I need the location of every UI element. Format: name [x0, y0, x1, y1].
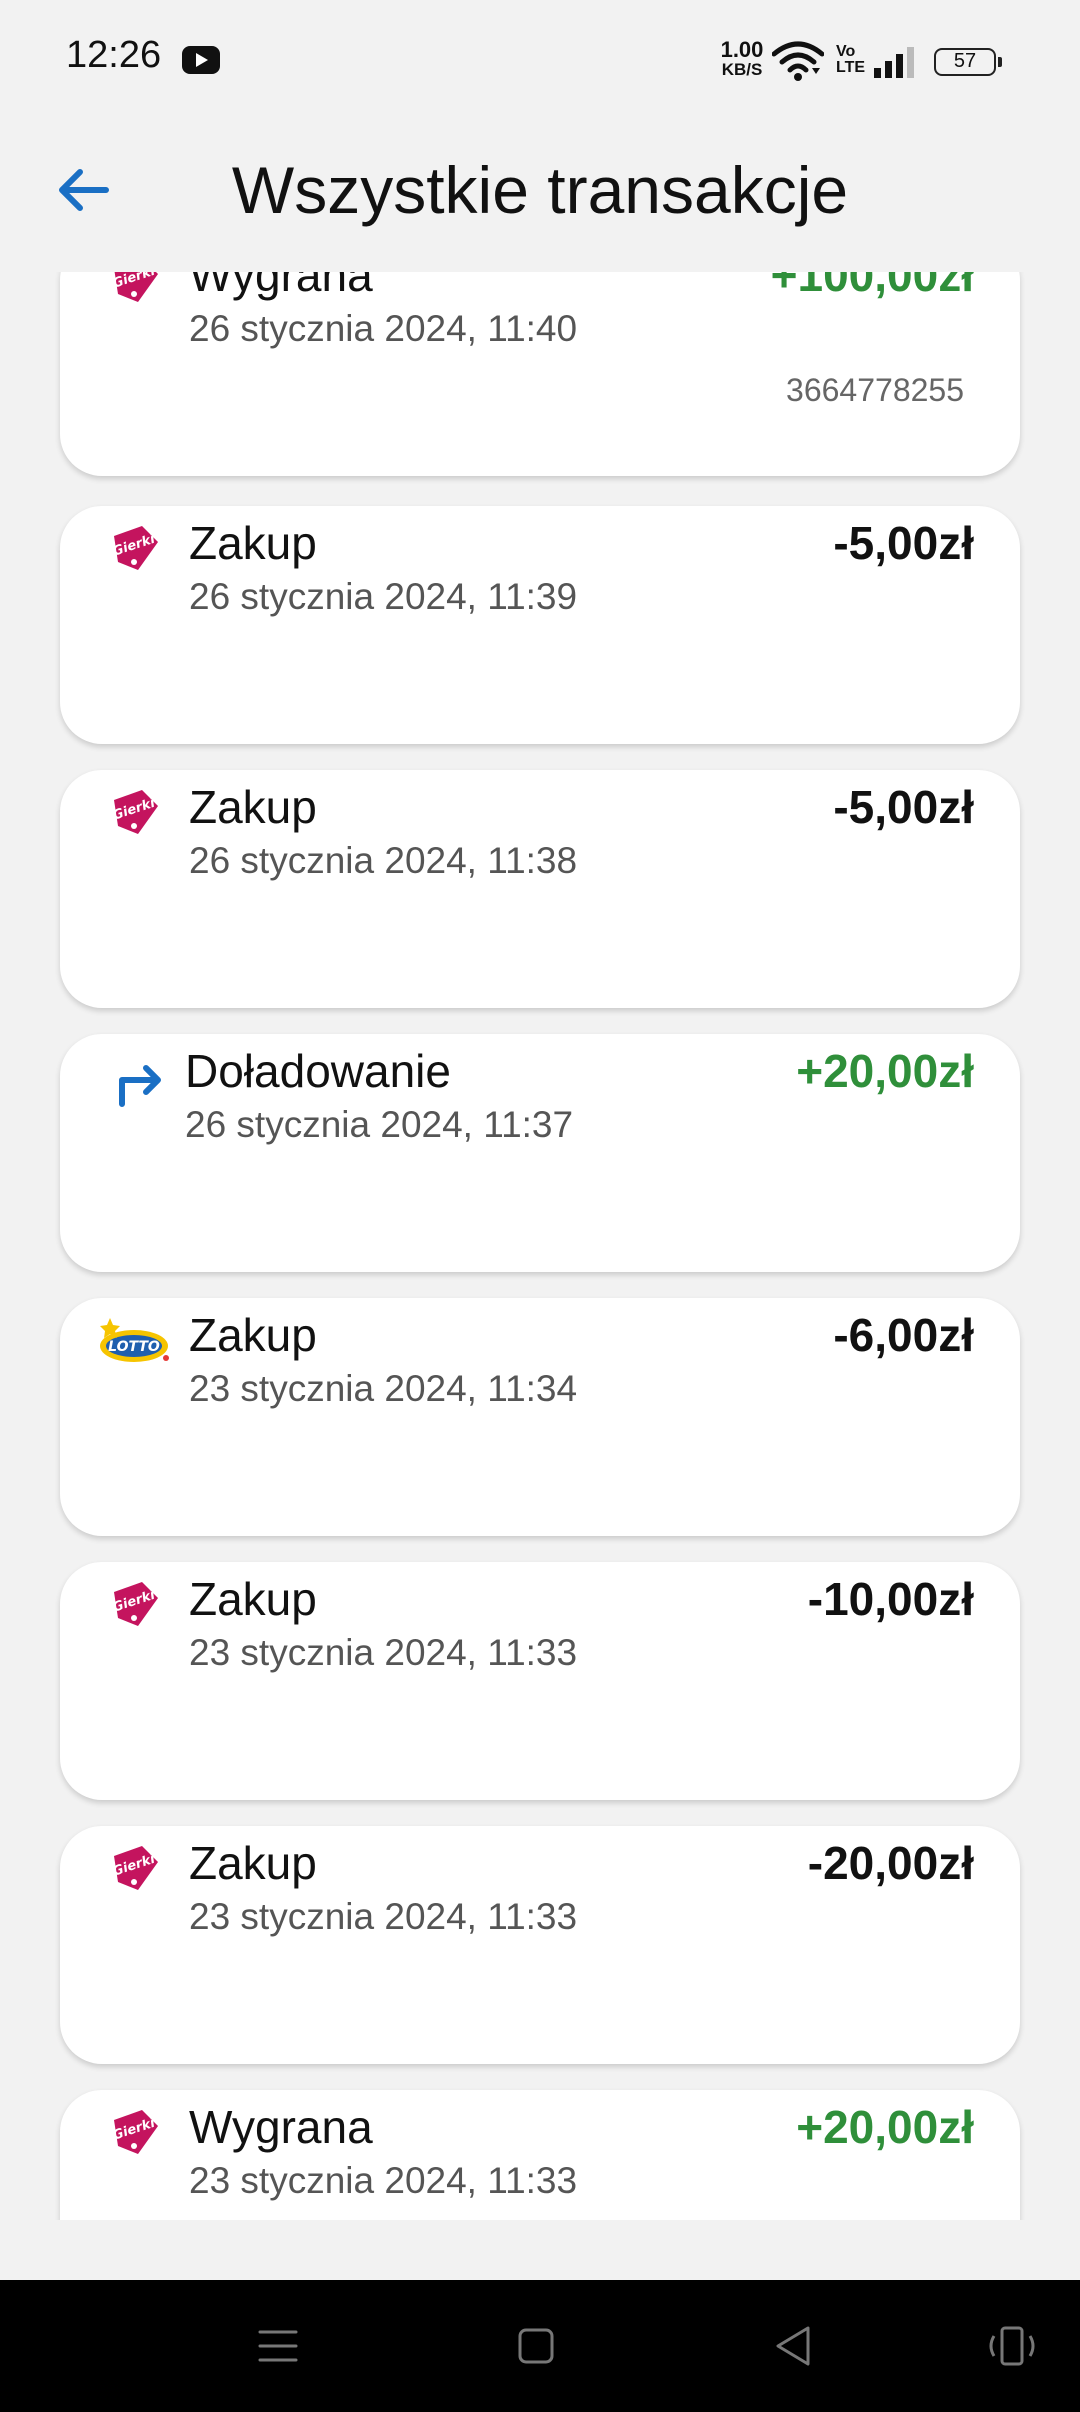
transactions-list[interactable]: Gierki Wygrana 26 stycznia 2024, 11:40 +… — [0, 272, 1080, 2220]
back-icon[interactable] — [764, 2316, 824, 2376]
navigation-bar — [0, 2280, 1080, 2412]
transaction-amount: +20,00zł — [796, 1045, 974, 1097]
transaction-title: Zakup — [189, 1837, 317, 1889]
transaction-id: 3664778255 — [786, 372, 964, 408]
transaction-date: 26 stycznia 2024, 11:40 — [189, 308, 578, 349]
transaction-amount: -5,00zł — [833, 781, 974, 833]
wifi-icon — [772, 41, 824, 81]
page-title: Wszystkie transakcje — [231, 153, 849, 227]
signal-icon — [874, 47, 914, 78]
status-time: 12:26 — [66, 34, 162, 76]
transaction-title: Doładowanie — [185, 1045, 451, 1097]
transaction-title: Zakup — [189, 781, 317, 833]
transaction-title: Wygrana — [189, 2101, 373, 2153]
volte-bottom: LTE — [836, 59, 866, 76]
menu-icon[interactable] — [248, 2316, 308, 2376]
transaction-card[interactable]: Gierki Wygrana 26 stycznia 2024, 11:40 +… — [60, 272, 1020, 476]
battery-icon: 57 — [934, 48, 1002, 76]
topup-arrow-icon — [119, 1065, 161, 1107]
gierki-icon: Gierki — [111, 526, 158, 570]
transaction-amount: -6,00zł — [833, 1309, 974, 1361]
transaction-title: Zakup — [189, 1309, 317, 1361]
transaction-card[interactable]: Gierki Zakup 23 stycznia 2024, 11:33 -10… — [60, 1562, 1020, 1800]
transaction-date: 26 stycznia 2024, 11:37 — [185, 1104, 574, 1145]
transaction-amount: +100,00zł — [770, 272, 974, 301]
network-speed: 1.00 KB/S — [714, 37, 770, 80]
gierki-icon: Gierki — [111, 2110, 158, 2154]
lotto-icon: LOTTO — [100, 1318, 169, 1362]
gierki-icon: Gierki — [111, 1582, 158, 1626]
transaction-card[interactable]: LOTTO Zakup 23 stycznia 2024, 11:34 -6,0… — [60, 1298, 1020, 1536]
home-icon[interactable] — [506, 2316, 566, 2376]
rotate-icon[interactable] — [982, 2316, 1042, 2376]
youtube-icon — [182, 46, 220, 74]
transaction-title: Zakup — [189, 517, 317, 569]
volte-top: Vo — [836, 43, 856, 60]
transaction-title: Zakup — [189, 1573, 317, 1625]
gierki-icon: Gierki — [111, 272, 158, 302]
status-bar: 12:26 1.00 KB/S Vo LTE 57 — [0, 0, 1080, 120]
transaction-date: 23 stycznia 2024, 11:33 — [189, 1896, 578, 1937]
transaction-card[interactable]: Gierki Zakup 26 stycznia 2024, 11:39 -5,… — [60, 506, 1020, 744]
transaction-title: Wygrana — [189, 272, 373, 301]
transaction-amount: -5,00zł — [833, 517, 974, 569]
transaction-amount: +20,00zł — [796, 2101, 974, 2153]
transaction-amount: -20,00zł — [807, 1837, 974, 1889]
network-speed-value: 1.00 — [720, 37, 764, 62]
transaction-amount: -10,00zł — [807, 1573, 974, 1625]
volte-icon: Vo LTE — [836, 43, 866, 76]
app-header: Wszystkie transakcje — [0, 130, 1080, 250]
gierki-icon: Gierki — [111, 1846, 158, 1890]
transaction-date: 26 stycznia 2024, 11:38 — [189, 840, 578, 881]
transaction-date: 23 stycznia 2024, 11:33 — [189, 2160, 578, 2201]
transaction-date: 23 stycznia 2024, 11:33 — [189, 1632, 578, 1673]
transaction-date: 26 stycznia 2024, 11:39 — [189, 576, 578, 617]
transaction-card[interactable]: Gierki Zakup 23 stycznia 2024, 11:33 -20… — [60, 1826, 1020, 2064]
transaction-card[interactable]: Gierki Zakup 26 stycznia 2024, 11:38 -5,… — [60, 770, 1020, 1008]
transaction-date: 23 stycznia 2024, 11:34 — [189, 1368, 578, 1409]
gierki-icon: Gierki — [111, 790, 158, 834]
network-speed-unit: KB/S — [721, 60, 763, 79]
svg-text:LOTTO: LOTTO — [108, 1339, 160, 1355]
transaction-card[interactable]: Gierki Wygrana 23 stycznia 2024, 11:33 +… — [60, 2090, 1020, 2220]
transaction-card[interactable]: Doładowanie 26 stycznia 2024, 11:37 +20,… — [60, 1034, 1020, 1272]
